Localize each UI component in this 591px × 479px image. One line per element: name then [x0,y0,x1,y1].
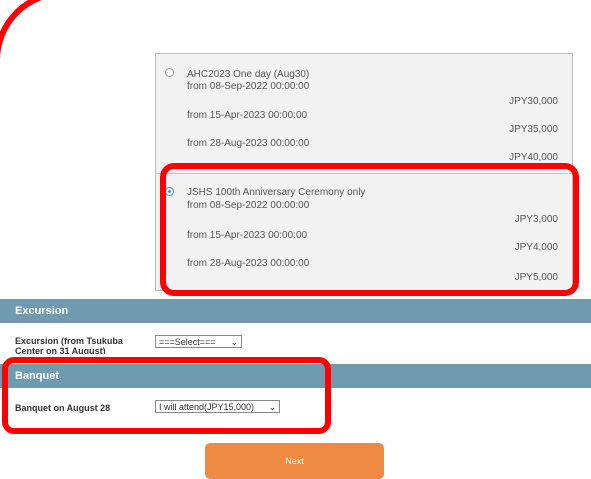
tier-from: from 28-Aug-2023 00:00:00 [187,258,310,269]
option-title: JSHS 100th Anniversary Ceremony only [187,187,366,198]
tier-from: from 15-Apr-2023 00:00:00 [187,110,308,121]
tier-price: JPY35,000 [509,124,558,135]
banquet-label: Banquet on August 28 [15,403,111,413]
tier-from: from 08-Sep-2022 00:00:00 [187,81,310,92]
option-ahc2023-one-day[interactable]: AHC2023 One day (Aug30) from 08-Sep-2022… [156,54,572,167]
next-button[interactable]: Next [205,443,384,479]
excursion-select-value: ===Select=== [159,337,216,347]
registration-page: AHC2023 One day (Aug30) from 08-Sep-2022… [0,0,591,479]
radio-jshs-ceremony[interactable] [165,187,174,196]
tier-from: from 15-Apr-2023 00:00:00 [187,230,308,241]
banquet-section-header: Banquet [0,364,591,388]
excursion-section-header: Excursion [0,299,591,323]
banquet-select[interactable]: I will attend(JPY15,000) ⌄ [155,400,280,413]
excursion-label-line1: Excursion (from Tsukuba [15,336,123,346]
option-list-panel: AHC2023 One day (Aug30) from 08-Sep-2022… [155,53,573,291]
excursion-select[interactable]: ===Select=== ⌄ [155,335,242,348]
tier-price: JPY40,000 [509,152,558,163]
tier-price: JPY30,000 [509,96,558,107]
chevron-down-icon: ⌄ [268,402,276,412]
tier-price: JPY5,000 [514,272,558,283]
banquet-select-value: I will attend(JPY15,000) [159,402,255,412]
tier-price: JPY3,000 [514,214,558,225]
tier-from: from 28-Aug-2023 00:00:00 [187,138,310,149]
chevron-down-icon: ⌄ [230,337,238,347]
option-jshs-ceremony[interactable]: JSHS 100th Anniversary Ceremony only fro… [156,174,572,292]
tier-from: from 08-Sep-2022 00:00:00 [187,200,310,211]
excursion-label-line2: Center on 31 August) [15,346,106,354]
option-title: AHC2023 One day (Aug30) [187,69,310,80]
radio-ahc2023-one-day[interactable] [165,68,174,77]
tier-price: JPY4,000 [514,242,558,253]
excursion-label: Excursion (from Tsukuba Center on 31 Aug… [15,336,123,354]
